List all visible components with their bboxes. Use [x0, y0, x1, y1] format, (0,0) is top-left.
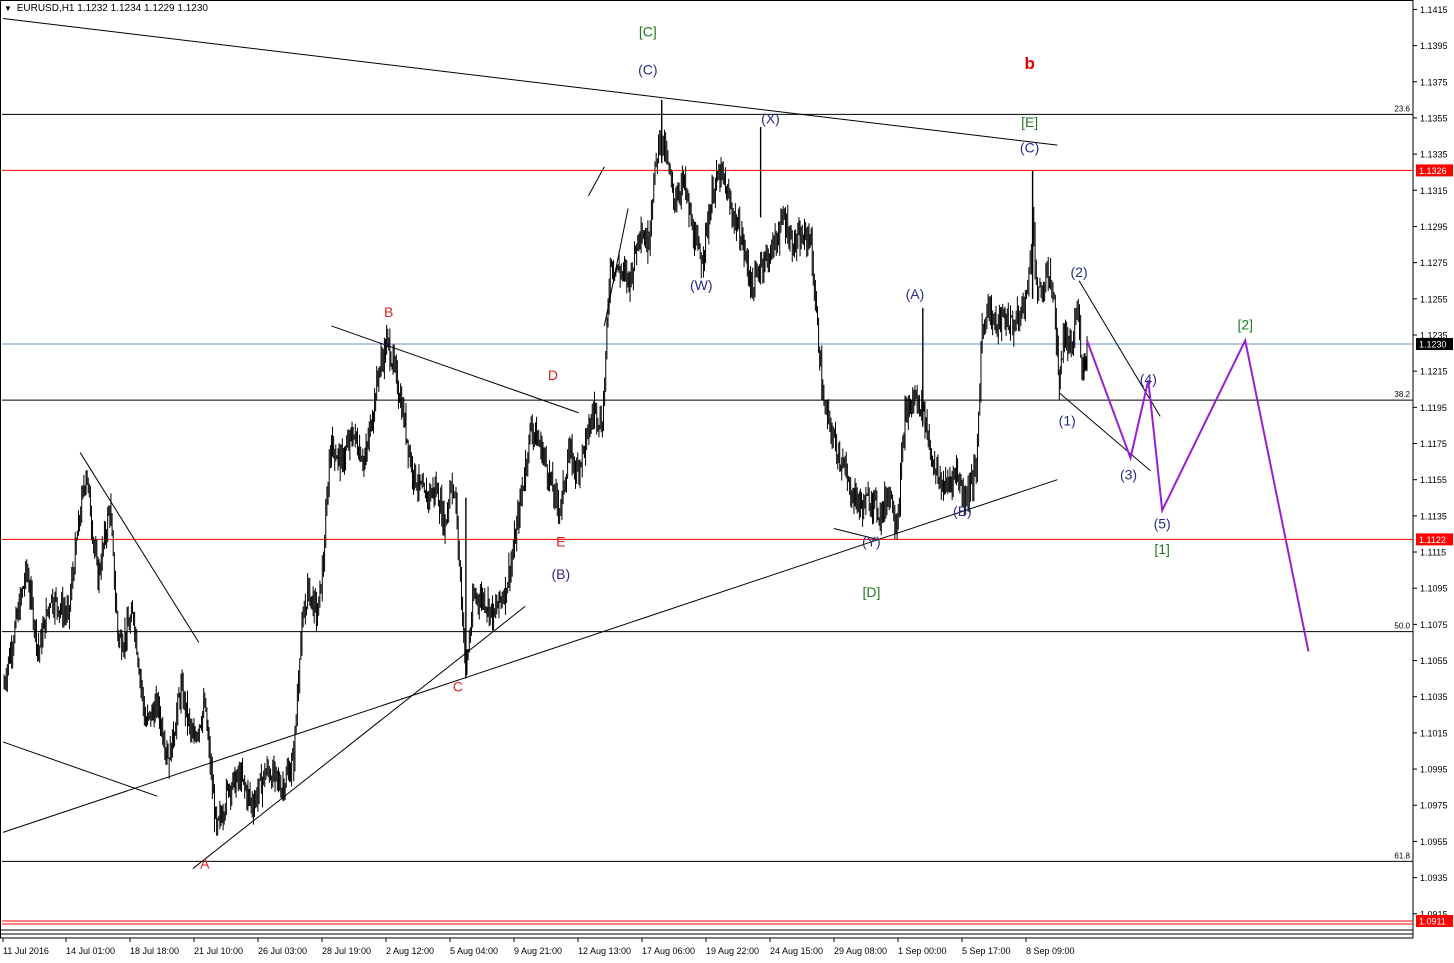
time-tick-label: 18 Jul 18:00 — [130, 946, 179, 956]
wave-label: (Y) — [862, 534, 881, 550]
time-tick-label: 29 Aug 08:00 — [834, 946, 887, 956]
wave-label: (A) — [906, 286, 925, 302]
price-tick-label: 1.1215 — [1420, 367, 1448, 377]
wave-label: [2] — [1237, 317, 1253, 333]
wave-label: b — [1024, 54, 1034, 73]
price-tick-label: 1.0975 — [1420, 801, 1448, 811]
price-tick-label: 1.1375 — [1420, 77, 1448, 87]
trendline — [2, 479, 1058, 833]
wave-label: C — [453, 678, 463, 694]
price-tick-label: 1.1135 — [1420, 511, 1447, 521]
time-tick-label: 11 Jul 2016 — [3, 946, 49, 956]
time-tick-label: 17 Aug 06:00 — [642, 946, 695, 956]
price-tag-label: 1.1326 — [1419, 166, 1447, 176]
wave-label: A — [200, 856, 210, 872]
price-tick-label: 1.1075 — [1420, 620, 1448, 630]
price-tag-label: 1.1230 — [1419, 340, 1447, 350]
time-tick-label: 12 Aug 13:00 — [578, 946, 631, 956]
time-axis: 11 Jul 2016 14 Jul 01:00 18 Jul 18:00 21 Ju… — [0, 929, 1413, 956]
price-tick-label: 1.1295 — [1420, 222, 1448, 232]
wave-label: E — [556, 534, 565, 550]
price-tick-label: 1.1255 — [1420, 294, 1448, 304]
price-tick-label: 1.1395 — [1420, 41, 1448, 51]
time-tick-label: 9 Aug 21:00 — [514, 946, 562, 956]
time-tick-label: 14 Jul 01:00 — [66, 946, 115, 956]
wave-label: (C) — [1020, 139, 1039, 155]
time-tick-label: 26 Jul 03:00 — [258, 946, 307, 956]
trendlines — [2, 17, 1161, 869]
price-tick-label: 1.1275 — [1420, 258, 1448, 268]
price-tick-label: 1.1095 — [1420, 584, 1448, 594]
price-tick-label: 1.0995 — [1420, 765, 1448, 775]
price-chart[interactable]: 23.6 38.2 50.0 61.8 [C] (C) (X) (W) b [E] (C) (A) (… — [0, 0, 1454, 963]
time-tick-label: 19 Aug 22:00 — [706, 946, 759, 956]
trendline — [192, 605, 526, 869]
wave-label: (B) — [953, 503, 972, 519]
price-tick-label: 1.0935 — [1420, 873, 1448, 883]
price-axis: 1.1415 1.1395 1.1375 1.1355 1.1335 1.1315 1.12… — [1413, 5, 1453, 927]
time-tick-label: 5 Aug 04:00 — [450, 946, 498, 956]
price-tick-label: 1.1115 — [1420, 548, 1446, 558]
wave-label: (2) — [1071, 264, 1088, 280]
price-tick-label: 1.1175 — [1420, 439, 1447, 449]
wave-label: (W) — [690, 277, 713, 293]
wave-label: [D] — [862, 584, 880, 600]
wave-label: (B) — [551, 566, 570, 582]
trendline — [2, 741, 158, 797]
wave-label: [E] — [1021, 114, 1038, 130]
forecast-line — [1086, 337, 1310, 652]
fibonacci-level-label: 38.2 — [1394, 390, 1410, 399]
wave-label: D — [548, 367, 558, 383]
price-tick-label: 1.1015 — [1420, 728, 1448, 738]
wave-label: (C) — [638, 62, 657, 78]
trendline — [588, 166, 605, 196]
forecast-path — [1086, 337, 1310, 652]
price-series — [3, 99, 1088, 836]
time-tick-label: 5 Sep 17:00 — [962, 946, 1011, 956]
price-tick-label: 1.1035 — [1420, 692, 1448, 702]
time-tick-label: 21 Jul 10:00 — [194, 946, 243, 956]
time-tick-label: 2 Aug 12:00 — [386, 946, 434, 956]
time-tick-label: 24 Aug 15:00 — [770, 946, 823, 956]
price-tick-label: 1.1415 — [1420, 5, 1448, 15]
price-tick-label: 1.0955 — [1420, 837, 1448, 847]
wave-label: [1] — [1154, 541, 1170, 557]
price-tick-label: 1.1055 — [1420, 656, 1448, 666]
fibonacci-level-label: 23.6 — [1394, 104, 1410, 113]
price-tick-label: 1.1195 — [1420, 403, 1447, 413]
price-tag-label: 1.1122 — [1419, 535, 1446, 545]
price-tag-label: 1.0911 — [1419, 917, 1446, 927]
trendline — [79, 452, 200, 643]
fibonacci-level-label: 50.0 — [1394, 622, 1410, 631]
wave-label: B — [384, 304, 393, 320]
wave-label: (3) — [1120, 467, 1137, 483]
wave-label: [C] — [639, 24, 657, 40]
price-tick-label: 1.1335 — [1420, 150, 1448, 160]
trendline — [2, 17, 1058, 146]
wave-label: (X) — [761, 110, 780, 126]
wave-label: (4) — [1140, 371, 1157, 387]
time-tick-label: 1 Sep 00:00 — [898, 946, 947, 956]
time-tick-label: 28 Jul 19:00 — [322, 946, 371, 956]
price-tick-label: 1.1155 — [1420, 475, 1447, 485]
price-tick-label: 1.1355 — [1420, 113, 1448, 123]
wave-label: (1) — [1059, 412, 1076, 428]
wave-label: (5) — [1154, 516, 1171, 532]
time-tick-label: 8 Sep 09:00 — [1026, 946, 1075, 956]
price-tick-label: 1.1315 — [1420, 186, 1448, 196]
fibonacci-level-label: 61.8 — [1394, 851, 1410, 860]
trendline — [1078, 280, 1161, 417]
